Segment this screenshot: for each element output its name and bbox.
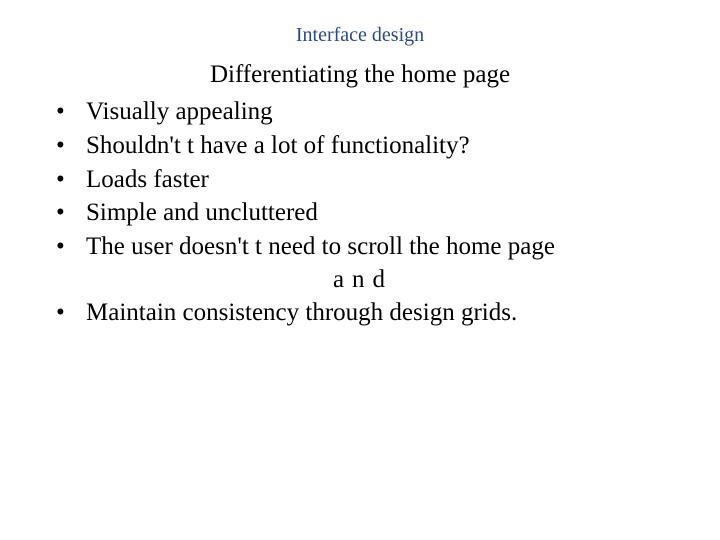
bullet-list-bottom: Maintain consistency through design grid… xyxy=(46,296,680,330)
list-item: Visually appealing xyxy=(46,95,680,129)
list-item: Maintain consistency through design grid… xyxy=(46,296,680,330)
slide: Interface design Differentiating the hom… xyxy=(0,0,720,540)
header-label: Interface design xyxy=(40,24,680,47)
bullet-list-top: Visually appealing Shouldn't t have a lo… xyxy=(46,95,680,264)
list-item: The user doesn't t need to scroll the ho… xyxy=(46,230,680,264)
list-item: Shouldn't t have a lot of functionality? xyxy=(46,129,680,163)
list-item: Simple and uncluttered xyxy=(46,196,680,230)
list-item: Loads faster xyxy=(46,163,680,197)
content-area: Visually appealing Shouldn't t have a lo… xyxy=(40,95,680,330)
slide-title: Differentiating the home page xyxy=(40,61,680,89)
connector-text: and xyxy=(46,266,680,294)
